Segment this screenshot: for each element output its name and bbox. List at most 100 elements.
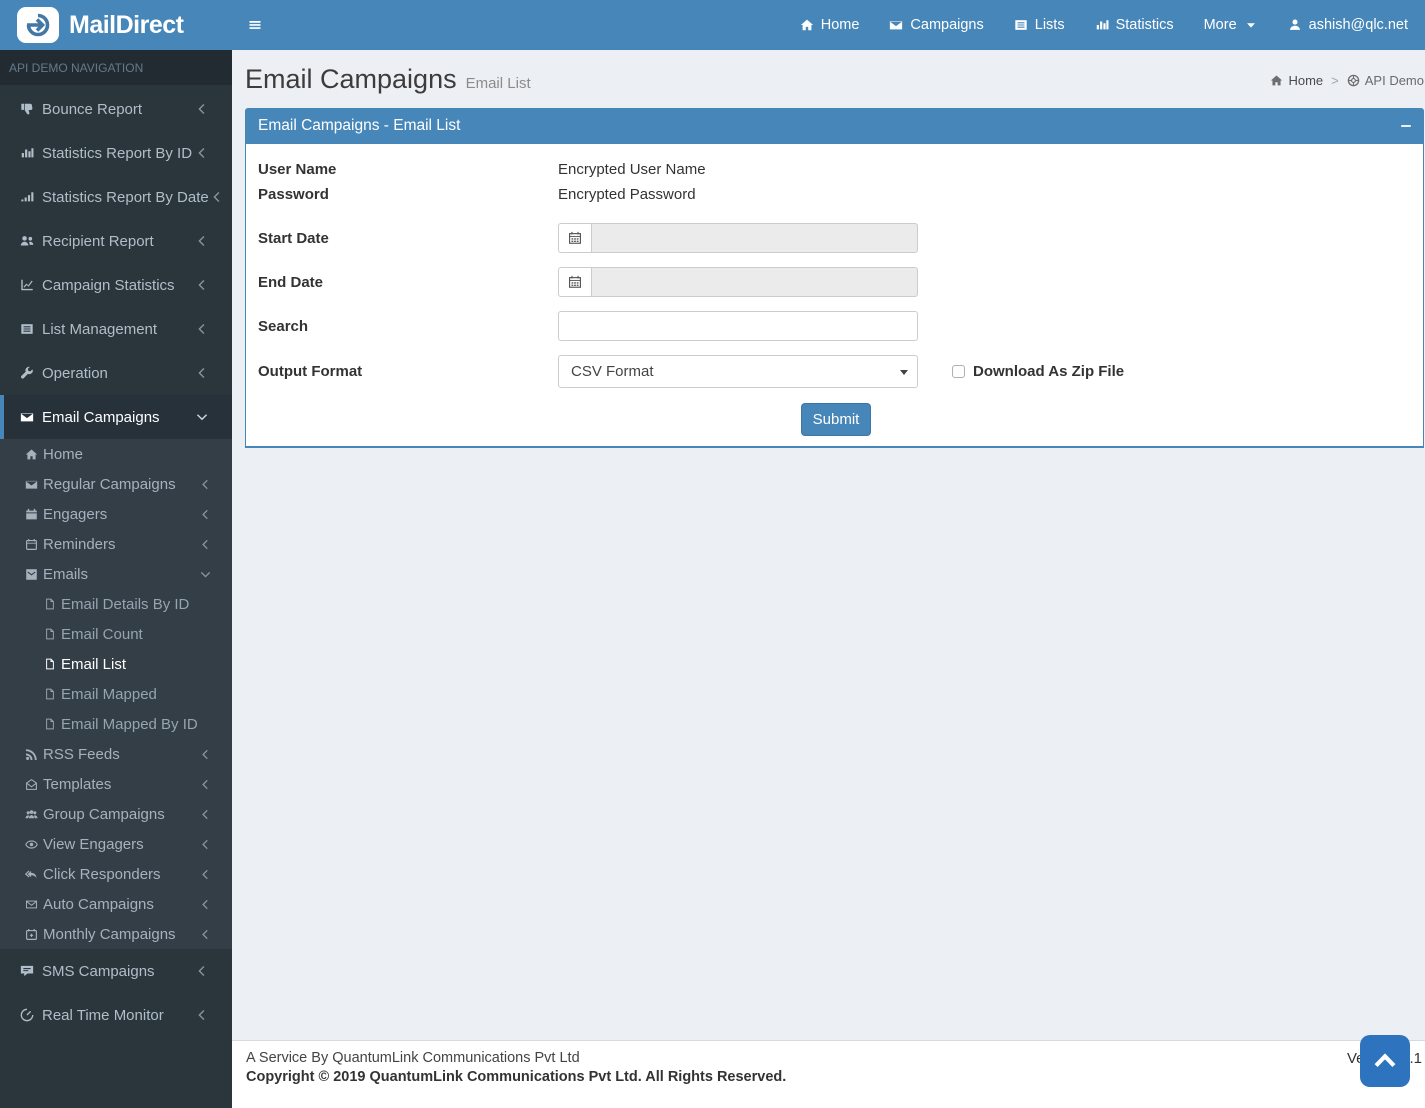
- sidebar-item-label: View Engagers: [43, 835, 144, 853]
- calendar-icon[interactable]: [558, 223, 591, 253]
- sidebar-item-bounce-report[interactable]: Bounce Report: [0, 87, 232, 131]
- sidebar-item-reminders[interactable]: Reminders: [0, 529, 232, 559]
- line-chart-icon: [19, 278, 35, 292]
- chevron-left-icon: [194, 278, 210, 292]
- end-date-input[interactable]: [591, 267, 918, 297]
- sidebar-item-label: Real Time Monitor: [42, 1006, 164, 1024]
- email-list-panel: Email Campaigns - Email List User Name E…: [245, 108, 1424, 448]
- content-header: Email Campaigns Email List Home > API Demo: [232, 50, 1425, 108]
- sidebar-item-label: Recipient Report: [42, 232, 154, 250]
- sidebar-item-email-list[interactable]: Email List: [0, 649, 232, 679]
- sidebar-item-list-management[interactable]: List Management: [0, 307, 232, 351]
- sidebar-item-label: Monthly Campaigns: [43, 925, 176, 943]
- sidebar-item-statistics-report-by-date[interactable]: Statistics Report By Date: [0, 175, 232, 219]
- sidebar-item-regular-campaigns[interactable]: Regular Campaigns: [0, 469, 232, 499]
- sidebar-item-label: Email Details By ID: [61, 595, 190, 613]
- scroll-to-top-button[interactable]: [1360, 1035, 1410, 1087]
- envelope-icon: [24, 478, 39, 491]
- sidebar-item-sms-campaigns[interactable]: SMS Campaigns: [0, 949, 232, 993]
- user-name-value: Encrypted User Name: [558, 161, 706, 178]
- sidebar-item-auto-campaigns[interactable]: Auto Campaigns: [0, 889, 232, 919]
- nav-item-label: Home: [820, 17, 860, 33]
- nav-item-campaigns[interactable]: Campaigns: [874, 0, 998, 50]
- download-zip-checkbox[interactable]: [952, 365, 965, 378]
- footer: A Service By QuantumLink Communications …: [232, 1040, 1425, 1108]
- sidebar-item-email-mapped[interactable]: Email Mapped: [0, 679, 232, 709]
- sidebar-item-email-details-by-id[interactable]: Email Details By ID: [0, 589, 232, 619]
- top-navbar: MailDirect Home Campaigns Lists Statistics M…: [0, 0, 1425, 50]
- sidebar-item-engagers[interactable]: Engagers: [0, 499, 232, 529]
- chevron-left-icon: [198, 748, 213, 761]
- output-format-row: Output Format CSV Format Download As Zip…: [258, 355, 1411, 388]
- sidebar-item-label: Group Campaigns: [43, 805, 165, 823]
- sidebar-item-operation[interactable]: Operation: [0, 351, 232, 395]
- sidebar-item-monthly-campaigns[interactable]: Monthly Campaigns: [0, 919, 232, 949]
- chevron-down-icon: [198, 568, 213, 581]
- collapse-panel-button[interactable]: [1399, 119, 1413, 133]
- sidebar-item-label: Bounce Report: [42, 100, 143, 118]
- sidebar-item-real-time-monitor[interactable]: Real Time Monitor: [0, 993, 232, 1037]
- sidebar-item-home[interactable]: Home: [0, 439, 232, 469]
- nav-item-lists[interactable]: Lists: [999, 0, 1080, 50]
- breadcrumb: Home > API Demo: [1270, 73, 1424, 88]
- nav-item-more[interactable]: More: [1189, 0, 1273, 50]
- sidebar-item-label: Email Count: [61, 625, 143, 643]
- chevron-left-icon: [198, 898, 213, 911]
- sidebar-item-email-count[interactable]: Email Count: [0, 619, 232, 649]
- nav-item-statistics[interactable]: Statistics: [1080, 0, 1189, 50]
- nav-item-user[interactable]: ashish@qlc.net: [1273, 0, 1423, 50]
- chevron-left-icon: [198, 478, 213, 491]
- start-date-row: Start Date: [258, 223, 1411, 253]
- sidebar-item-templates[interactable]: Templates: [0, 769, 232, 799]
- breadcrumb-label: Home: [1288, 73, 1324, 88]
- sidebar-item-group-campaigns[interactable]: Group Campaigns: [0, 799, 232, 829]
- search-label: Search: [258, 317, 309, 335]
- chevron-left-icon: [198, 538, 213, 551]
- start-date-input[interactable]: [591, 223, 918, 253]
- sidebar-item-campaign-statistics[interactable]: Campaign Statistics: [0, 263, 232, 307]
- sidebar-item-view-engagers[interactable]: View Engagers: [0, 829, 232, 859]
- chevron-down-icon: [194, 410, 210, 424]
- breadcrumb-divider: >: [1331, 73, 1339, 88]
- sidebar-toggle-button[interactable]: [232, 0, 278, 50]
- sidebar-item-label: Email List: [61, 655, 127, 673]
- sidebar-menu: Bounce Report Statistics Report By ID Stat…: [0, 85, 232, 1037]
- sidebar-item-label: Regular Campaigns: [43, 475, 176, 493]
- breadcrumb-item-home[interactable]: Home: [1270, 73, 1323, 88]
- user-name-row: User Name Encrypted User Name: [258, 157, 1411, 182]
- sidebar-item-click-responders[interactable]: Click Responders: [0, 859, 232, 889]
- calendar-icon[interactable]: [558, 267, 591, 297]
- panel-header: Email Campaigns - Email List: [245, 108, 1424, 144]
- download-zip-option[interactable]: Download As Zip File: [952, 363, 1124, 380]
- sidebar-item-emails[interactable]: Emails: [0, 559, 232, 589]
- brand[interactable]: MailDirect: [0, 0, 232, 50]
- thumbs-down-icon: [19, 102, 35, 116]
- chevron-left-icon: [198, 778, 213, 791]
- output-format-label: Output Format: [258, 363, 363, 380]
- nav-item-label: Statistics: [1115, 17, 1174, 33]
- breadcrumb-item-api-demo[interactable]: API Demo: [1347, 73, 1424, 88]
- chevron-left-icon: [194, 234, 210, 248]
- chevron-left-icon: [194, 322, 210, 336]
- sidebar-item-rss-feeds[interactable]: RSS Feeds: [0, 739, 232, 769]
- user-icon: [1288, 18, 1302, 32]
- sidebar-item-statistics-report-by-id[interactable]: Statistics Report By ID: [0, 131, 232, 175]
- nav-item-label: Lists: [1034, 17, 1065, 33]
- chevron-left-icon: [198, 928, 213, 941]
- password-value: Encrypted Password: [558, 186, 696, 203]
- sidebar-item-email-campaigns[interactable]: Email Campaigns: [0, 395, 232, 439]
- home-icon: [800, 18, 814, 32]
- output-format-select[interactable]: CSV Format: [558, 355, 918, 388]
- bar-chart-icon: [19, 146, 35, 160]
- nav-item-home[interactable]: Home: [785, 0, 875, 50]
- group-icon: [24, 808, 39, 821]
- search-input[interactable]: [558, 311, 918, 341]
- end-date-label: End Date: [258, 273, 324, 291]
- sidebar-item-recipient-report[interactable]: Recipient Report: [0, 219, 232, 263]
- chevron-left-icon: [198, 808, 213, 821]
- sidebar-item-email-mapped-by-id[interactable]: Email Mapped By ID: [0, 709, 232, 739]
- submit-button[interactable]: Submit: [801, 403, 871, 436]
- sidebar-item-label: Email Mapped: [61, 685, 157, 703]
- sidebar-section-label: API DEMO NAVIGATION: [0, 50, 232, 85]
- page-title: Email Campaigns: [245, 64, 457, 94]
